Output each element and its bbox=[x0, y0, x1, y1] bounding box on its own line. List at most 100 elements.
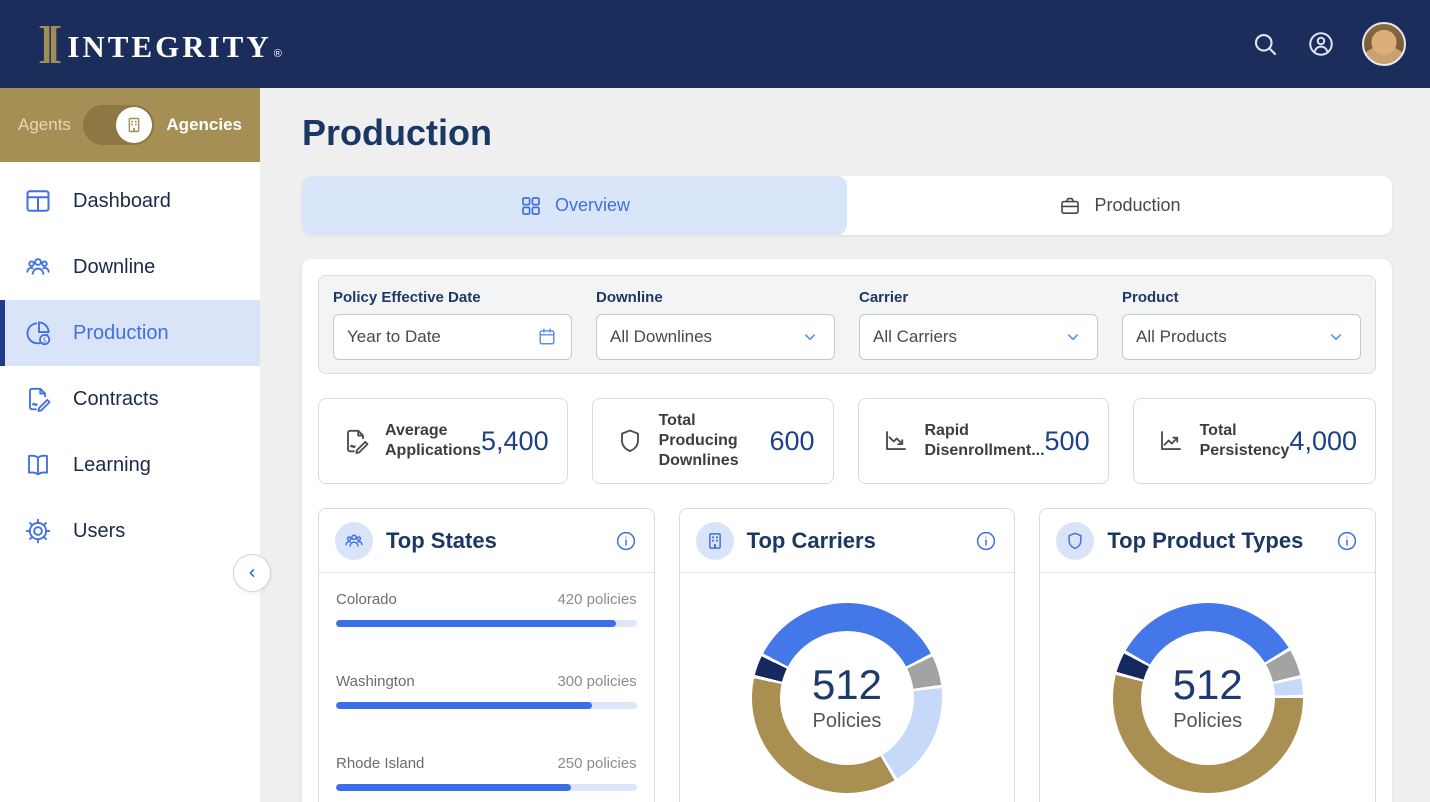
filter-label: Downline bbox=[596, 289, 835, 306]
view-tabs: Overview Production bbox=[302, 176, 1392, 235]
sidebar-nav: Dashboard Downline $ Production bbox=[0, 162, 260, 564]
production-overview-panel: Policy Effective Date Year to Date Downl… bbox=[302, 259, 1392, 802]
donut-chart: 512 Policies bbox=[1113, 603, 1303, 793]
shield-icon bbox=[615, 426, 645, 456]
sidebar-item-contracts[interactable]: Contracts bbox=[0, 366, 260, 432]
filter-downline: Downline All Downlines bbox=[596, 289, 835, 360]
stat-value: 500 bbox=[1045, 426, 1090, 457]
application-doc-icon bbox=[341, 426, 371, 456]
trend-down-icon bbox=[881, 426, 911, 456]
carrier-select[interactable]: All Carriers bbox=[859, 314, 1098, 360]
analytics-cards-row: Top States Colorado 420 policies bbox=[318, 508, 1376, 802]
sidebar-item-learning[interactable]: Learning bbox=[0, 432, 260, 498]
stat-card-total-producing-downlines: Total Producing Downlines 600 bbox=[592, 398, 834, 484]
building-icon bbox=[696, 522, 734, 560]
dashboard-icon bbox=[23, 186, 53, 216]
agencies-label[interactable]: Agencies bbox=[166, 115, 242, 135]
tab-overview[interactable]: Overview bbox=[302, 176, 847, 235]
tab-label: Production bbox=[1094, 195, 1180, 216]
top-states-list: Colorado 420 policies Washington 300 pol… bbox=[319, 573, 654, 791]
top-product-types-card: Top Product Types 512 Policies bbox=[1039, 508, 1376, 802]
production-pie-icon: $ bbox=[23, 318, 53, 348]
chevron-down-icon bbox=[1062, 326, 1084, 348]
tab-label: Overview bbox=[555, 195, 630, 216]
list-item: Colorado 420 policies bbox=[336, 591, 637, 627]
filter-policy-effective-date: Policy Effective Date Year to Date bbox=[333, 289, 572, 360]
info-icon[interactable] bbox=[974, 529, 998, 553]
progress-bar bbox=[336, 620, 637, 627]
donut-center-label: Policies bbox=[813, 710, 882, 733]
search-icon[interactable] bbox=[1250, 29, 1280, 59]
sidebar-item-downline[interactable]: Downline bbox=[0, 234, 260, 300]
integrity-logo: ][ INTEGRITY ® bbox=[38, 23, 282, 65]
sidebar-item-production[interactable]: $ Production bbox=[0, 300, 260, 366]
filter-value: All Products bbox=[1136, 327, 1227, 347]
sidebar-item-label: Dashboard bbox=[73, 190, 171, 213]
sidebar-item-users[interactable]: Users bbox=[0, 498, 260, 564]
info-icon[interactable] bbox=[614, 529, 638, 553]
shield-icon bbox=[1056, 522, 1094, 560]
donut-center-label: Policies bbox=[1173, 710, 1242, 733]
filter-value: All Downlines bbox=[610, 327, 712, 347]
toggle-knob bbox=[116, 107, 152, 143]
sidebar-item-dashboard[interactable]: Dashboard bbox=[0, 168, 260, 234]
top-product-types-header: Top Product Types bbox=[1040, 509, 1375, 573]
donut-chart: 512 Policies bbox=[752, 603, 942, 793]
top-states-card: Top States Colorado 420 policies bbox=[318, 508, 655, 802]
registered-mark: ® bbox=[274, 48, 282, 60]
people-icon bbox=[23, 252, 53, 282]
stat-card-total-persistency: Total Persistency 4,000 bbox=[1133, 398, 1376, 484]
calendar-icon bbox=[536, 326, 558, 348]
state-policy-count: 420 policies bbox=[557, 591, 636, 608]
agents-label[interactable]: Agents bbox=[18, 115, 71, 135]
progress-bar bbox=[336, 784, 637, 791]
account-icon[interactable] bbox=[1306, 29, 1336, 59]
card-title: Top Product Types bbox=[1107, 528, 1335, 554]
stat-card-rapid-disenrollment: Rapid Disenrollment... 500 bbox=[858, 398, 1109, 484]
tab-production[interactable]: Production bbox=[847, 176, 1392, 235]
sidebar-item-label: Contracts bbox=[73, 388, 159, 411]
product-select[interactable]: All Products bbox=[1122, 314, 1361, 360]
top-carriers-chart: 512 Policies bbox=[680, 573, 1015, 793]
agents-agencies-toggle[interactable] bbox=[83, 105, 154, 145]
stats-row: Average Applications 5,400 Total Produci… bbox=[318, 398, 1376, 484]
agents-agencies-toggle-bar: Agents Agencies bbox=[0, 88, 260, 162]
top-states-header: Top States bbox=[319, 509, 654, 573]
sidebar-item-label: Users bbox=[73, 520, 125, 543]
downline-select[interactable]: All Downlines bbox=[596, 314, 835, 360]
sidebar-item-label: Learning bbox=[73, 454, 151, 477]
page-title: Production bbox=[302, 112, 1392, 154]
state-policy-count: 250 policies bbox=[557, 755, 636, 772]
filter-label: Policy Effective Date bbox=[333, 289, 572, 306]
chevron-left-icon bbox=[242, 563, 262, 583]
stat-value: 600 bbox=[769, 426, 814, 457]
stat-card-average-applications: Average Applications 5,400 bbox=[318, 398, 568, 484]
top-product-types-chart: 512 Policies bbox=[1040, 573, 1375, 793]
filter-label: Carrier bbox=[859, 289, 1098, 306]
app-header: ][ INTEGRITY ® bbox=[0, 0, 1430, 88]
state-name: Rhode Island bbox=[336, 755, 424, 772]
filter-panel: Policy Effective Date Year to Date Downl… bbox=[318, 275, 1376, 374]
sidebar-item-label: Production bbox=[73, 322, 169, 345]
info-icon[interactable] bbox=[1335, 529, 1359, 553]
user-avatar[interactable] bbox=[1362, 22, 1406, 66]
stat-label: Average Applications bbox=[385, 421, 481, 461]
progress-bar bbox=[336, 702, 637, 709]
date-range-input[interactable]: Year to Date bbox=[333, 314, 572, 360]
logo-text: INTEGRITY bbox=[67, 29, 271, 65]
list-item: Washington 300 policies bbox=[336, 673, 637, 709]
stat-label: Total Producing Downlines bbox=[659, 411, 770, 471]
stat-label: Total Persistency bbox=[1200, 421, 1290, 461]
stat-value: 5,400 bbox=[481, 426, 549, 457]
top-carriers-header: Top Carriers bbox=[680, 509, 1015, 573]
filter-label: Product bbox=[1122, 289, 1361, 306]
sidebar-collapse-button[interactable] bbox=[233, 554, 271, 592]
filter-value: Year to Date bbox=[347, 327, 441, 347]
trend-up-icon bbox=[1156, 426, 1186, 456]
state-name: Washington bbox=[336, 673, 415, 690]
donut-center-value: 512 bbox=[1173, 663, 1243, 707]
briefcase-icon bbox=[1058, 194, 1082, 218]
contract-pencil-icon bbox=[23, 384, 53, 414]
filter-carrier: Carrier All Carriers bbox=[859, 289, 1098, 360]
sidebar-item-label: Downline bbox=[73, 256, 155, 279]
